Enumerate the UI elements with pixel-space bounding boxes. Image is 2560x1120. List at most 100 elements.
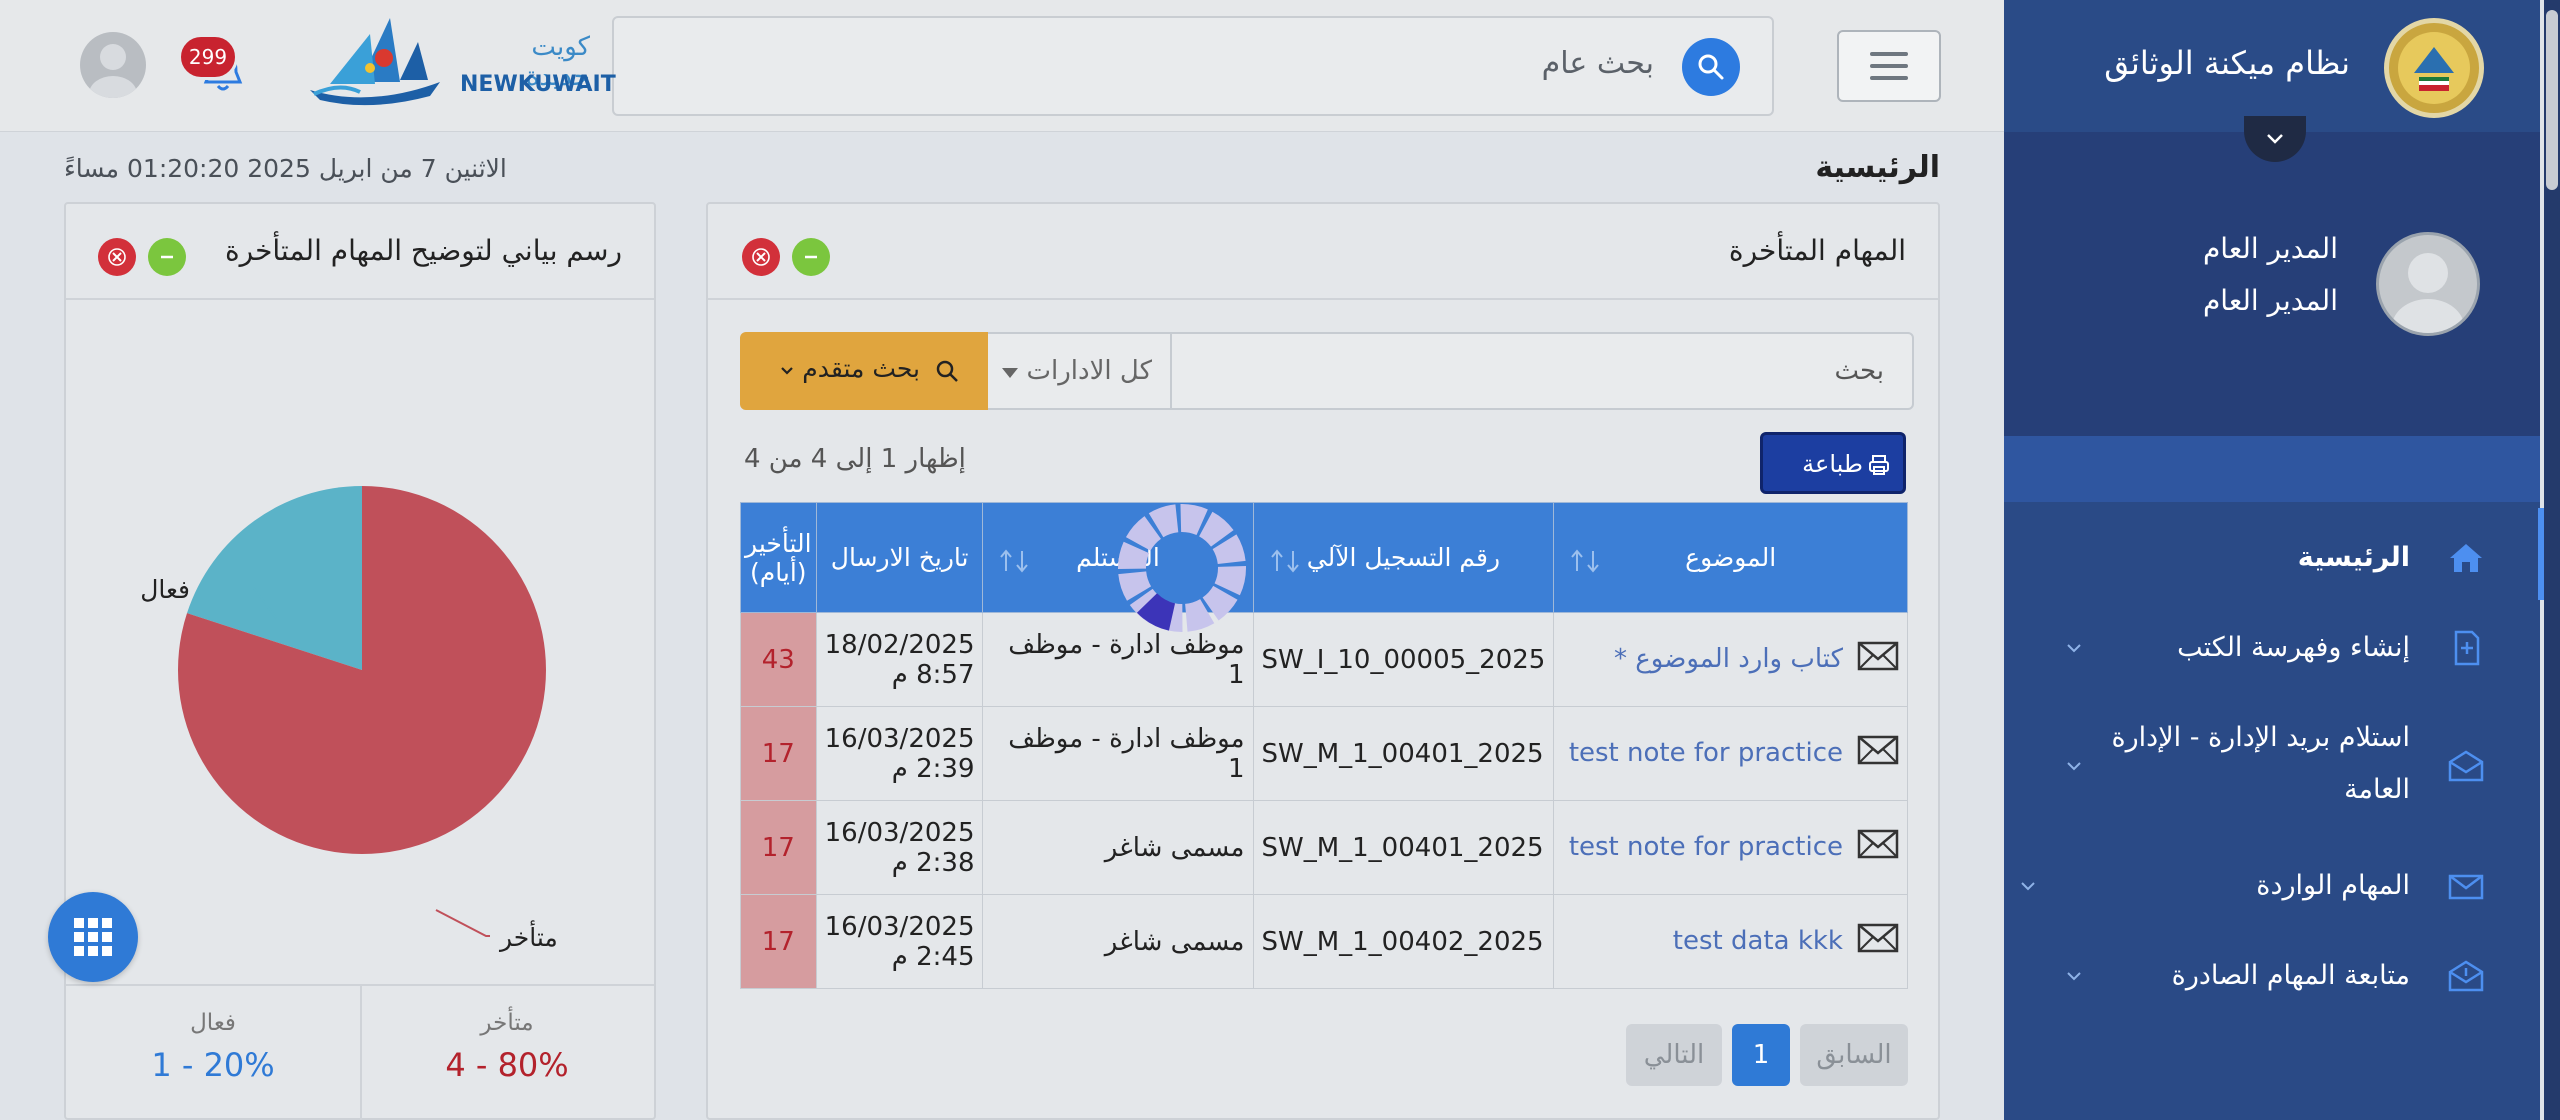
sidebar-item-label: متابعة المهام الصادرة [2171, 960, 2410, 991]
chevron-down-icon [2267, 134, 2283, 144]
chevron-down-icon [2018, 876, 2038, 896]
panel-title: رسم بياني لتوضيح المهام المتأخرة [224, 234, 622, 267]
pie-label-connector [435, 909, 490, 937]
sent-date-cell: 16/03/2025 2:38 م [815, 800, 984, 895]
delay-cell: 17 [740, 800, 817, 895]
search-icon[interactable] [1682, 38, 1740, 96]
menu-toggle-button[interactable] [1837, 30, 1941, 102]
sidebar-item-dept-mail[interactable]: استلام بريد الإدارة - الإدارة العامة [2004, 712, 2540, 822]
sort-icon[interactable] [1268, 547, 1302, 575]
department-select-value: كل الادارات [1026, 356, 1152, 386]
logo-sail-graphic [310, 18, 440, 106]
table-header-row: التأخير (أيام) تاريخ الارسال المستلم رقم… [740, 502, 1908, 613]
summary-active-value: 1 - 20% [151, 1046, 275, 1084]
sidebar-user-avatar [2376, 232, 2480, 336]
late-tasks-table: التأخير (أيام) تاريخ الارسال المستلم رقم… [740, 502, 1908, 989]
envelope-icon [1857, 735, 1899, 772]
notification-count-badge[interactable]: 299 [178, 34, 238, 80]
apps-grid-button[interactable] [48, 892, 138, 982]
sidebar-item-home[interactable]: الرئيسية [2004, 528, 2540, 588]
logo-english-text: NEWKUWAIT [460, 72, 616, 97]
table-row[interactable]: 17 16/03/2025 2:45 م مسمى شاغر SW_M_1_004… [740, 894, 1908, 989]
loading-spinner-icon [1118, 504, 1246, 632]
pie-label-active: فعال [140, 575, 190, 604]
column-header-sent-date[interactable]: تاريخ الارسال [815, 502, 984, 613]
column-header-subject[interactable]: الموضوع [1553, 502, 1908, 613]
sidebar-divider-band [2004, 436, 2540, 502]
hamburger-line [1870, 64, 1908, 68]
subject-cell[interactable]: test note for practice [1553, 800, 1908, 895]
reg-no-cell: SW_M_1_00402_2025 [1252, 894, 1555, 989]
recipient-cell: مسمى شاغر [982, 894, 1254, 989]
chevron-down-icon [2064, 638, 2084, 658]
envelope-icon [1857, 829, 1899, 866]
summary-late-value: 4 - 80% [445, 1046, 569, 1084]
advanced-search-button[interactable]: بحث متقدم [740, 332, 988, 410]
page-title: الرئيسية [1815, 150, 1940, 185]
pagination-prev-button[interactable]: السابق [1800, 1024, 1908, 1086]
close-icon[interactable] [98, 238, 136, 276]
subject-cell[interactable]: كتاب وارد الموضوع * [1553, 612, 1908, 707]
column-header-reg-no[interactable]: رقم التسجيل الآلي [1252, 502, 1555, 613]
sidebar: نظام ميكنة الوثائق المدير العام المدير ا… [2004, 0, 2540, 1120]
summary-late: متأخر 4 - 80% [360, 986, 654, 1120]
close-icon[interactable] [742, 238, 780, 276]
sent-date-cell: 16/03/2025 2:45 م [815, 894, 984, 989]
subject-link[interactable]: كتاب وارد الموضوع * [1614, 644, 1843, 674]
subject-cell[interactable]: test note for practice [1553, 706, 1908, 801]
envelope-icon [1857, 641, 1899, 678]
tasks-search-placeholder: بحث [1834, 356, 1884, 386]
sort-icon[interactable] [997, 547, 1031, 575]
delay-cell: 17 [740, 894, 817, 989]
delay-cell: 43 [740, 612, 817, 707]
reg-no-cell: SW_M_1_00401_2025 [1252, 706, 1555, 801]
table-row[interactable]: 17 16/03/2025 2:38 م مسمى شاغر SW_M_1_004… [740, 800, 1908, 895]
subject-link[interactable]: test data kkk [1673, 926, 1843, 956]
caret-down-icon [1002, 368, 1018, 378]
chart-summary-row: متأخر 4 - 80% فعال 1 - 20% [66, 984, 654, 1120]
summary-active-label: فعال [190, 1010, 236, 1036]
department-select[interactable]: كل الادارات [986, 332, 1172, 410]
pie-chart: متأخر فعال [140, 486, 558, 952]
table-row[interactable]: 17 16/03/2025 2:39 م موظف ادارة - موظف 1 … [740, 706, 1908, 801]
chevron-down-icon [781, 367, 793, 375]
subject-link[interactable]: test note for practice [1569, 738, 1843, 768]
search-icon [936, 360, 958, 382]
sidebar-item-create-books[interactable]: إنشاء وفهرسة الكتب [2004, 618, 2540, 678]
delay-cell: 17 [740, 706, 817, 801]
sidebar-user-role: المدير العام [2202, 284, 2338, 317]
minimize-icon[interactable] [148, 238, 186, 276]
sort-icon[interactable] [1568, 547, 1602, 575]
subject-cell[interactable]: test data kkk [1553, 894, 1908, 989]
tasks-search-input[interactable]: بحث [1170, 332, 1914, 410]
sent-date-cell: 16/03/2025 2:39 م [815, 706, 984, 801]
sidebar-item-incoming-tasks[interactable]: المهام الواردة [2004, 856, 2540, 916]
sidebar-item-outgoing-tasks[interactable]: متابعة المهام الصادرة [2004, 946, 2540, 1006]
panel-header: المهام المتأخرة [708, 204, 1938, 300]
summary-divider [360, 986, 362, 1120]
new-kuwait-logo: كويت جديدة NEWKUWAIT [300, 12, 616, 108]
current-date-time: الاثنين 7 من ابريل 2025 01:20:20 مساءً [64, 154, 507, 183]
late-tasks-chart-panel: رسم بياني لتوضيح المهام المتأخرة متأخر فع… [64, 202, 656, 1120]
recipient-cell: مسمى شاغر [982, 800, 1254, 895]
column-header-delay[interactable]: التأخير (أيام) [740, 502, 817, 613]
advanced-search-label: بحث متقدم [802, 354, 920, 383]
global-search-input[interactable]: بحث عام [612, 16, 1774, 116]
envelope-icon [2444, 864, 2488, 908]
pagination-next-button[interactable]: التالي [1626, 1024, 1722, 1086]
minimize-icon[interactable] [792, 238, 830, 276]
user-avatar[interactable] [80, 32, 146, 98]
summary-late-label: متأخر [480, 1010, 534, 1036]
recipient-cell: موظف ادارة - موظف 1 [982, 706, 1254, 801]
global-search-placeholder: بحث عام [1541, 46, 1654, 81]
chevron-down-icon [2064, 756, 2084, 776]
printer-icon [1869, 455, 1889, 475]
state-emblem-icon [2384, 18, 2484, 118]
subject-link[interactable]: test note for practice [1569, 832, 1843, 862]
reg-no-cell: SW_M_1_00401_2025 [1252, 800, 1555, 895]
scrollbar-thumb[interactable] [2546, 10, 2558, 190]
pagination-page-1[interactable]: 1 [1732, 1024, 1790, 1086]
sidebar-user-name: المدير العام [2202, 232, 2338, 265]
table-row[interactable]: 43 18/02/2025 8:57 م موظف ادارة - موظف 1 … [740, 612, 1908, 707]
print-button[interactable]: طباعة [1760, 432, 1906, 494]
